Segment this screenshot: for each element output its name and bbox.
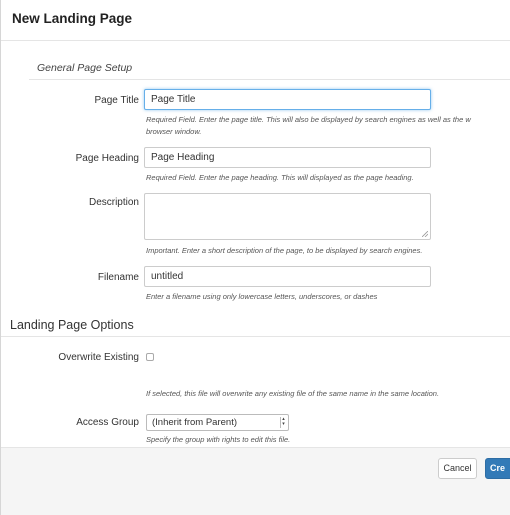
general-setup-divider	[29, 79, 510, 80]
description-help: Important. Enter a short description of …	[146, 246, 423, 255]
access-group-label: Access Group	[76, 417, 139, 428]
landing-options-divider	[1, 336, 510, 337]
create-button[interactable]: Cre	[485, 458, 510, 479]
page-title-input[interactable]: Page Title	[144, 89, 431, 110]
dialog-title: New Landing Page	[12, 11, 133, 26]
page-title-help-line2: browser window.	[146, 127, 202, 136]
filename-help: Enter a filename using only lowercase le…	[146, 292, 378, 301]
page-title-help-line1: Required Field. Enter the page title. Th…	[146, 115, 471, 124]
general-setup-heading: General Page Setup	[37, 62, 133, 74]
page-title-help: Required Field. Enter the page title. Th…	[146, 114, 471, 138]
description-label: Description	[88, 197, 139, 208]
cancel-button[interactable]: Cancel	[438, 458, 477, 479]
filename-input[interactable]: untitled	[144, 266, 431, 287]
overwrite-existing-label: Overwrite Existing	[58, 352, 139, 363]
access-group-help: Specify the group with rights to edit th…	[146, 435, 291, 444]
page-heading-label: Page Heading	[75, 153, 139, 164]
filename-label: Filename	[97, 272, 139, 283]
new-landing-page-dialog: New Landing Page General Page Setup Page…	[0, 0, 510, 515]
dialog-header: New Landing Page	[1, 0, 510, 41]
access-group-selected: (Inherit from Parent)	[152, 417, 237, 428]
page-title-label: Page Title	[94, 95, 139, 106]
page-heading-help: Required Field. Enter the page heading. …	[146, 173, 414, 182]
dialog-footer	[1, 447, 510, 515]
description-textarea[interactable]	[144, 193, 431, 240]
page-heading-input[interactable]: Page Heading	[144, 147, 431, 168]
overwrite-existing-help: If selected, this file will overwrite an…	[146, 389, 440, 398]
overwrite-existing-checkbox[interactable]	[146, 353, 154, 361]
access-group-select[interactable]: (Inherit from Parent) ▴ ▾	[146, 414, 289, 431]
resize-grip-icon[interactable]	[422, 231, 428, 237]
select-arrows-icon: ▴ ▾	[280, 417, 286, 428]
landing-options-heading: Landing Page Options	[10, 318, 134, 332]
